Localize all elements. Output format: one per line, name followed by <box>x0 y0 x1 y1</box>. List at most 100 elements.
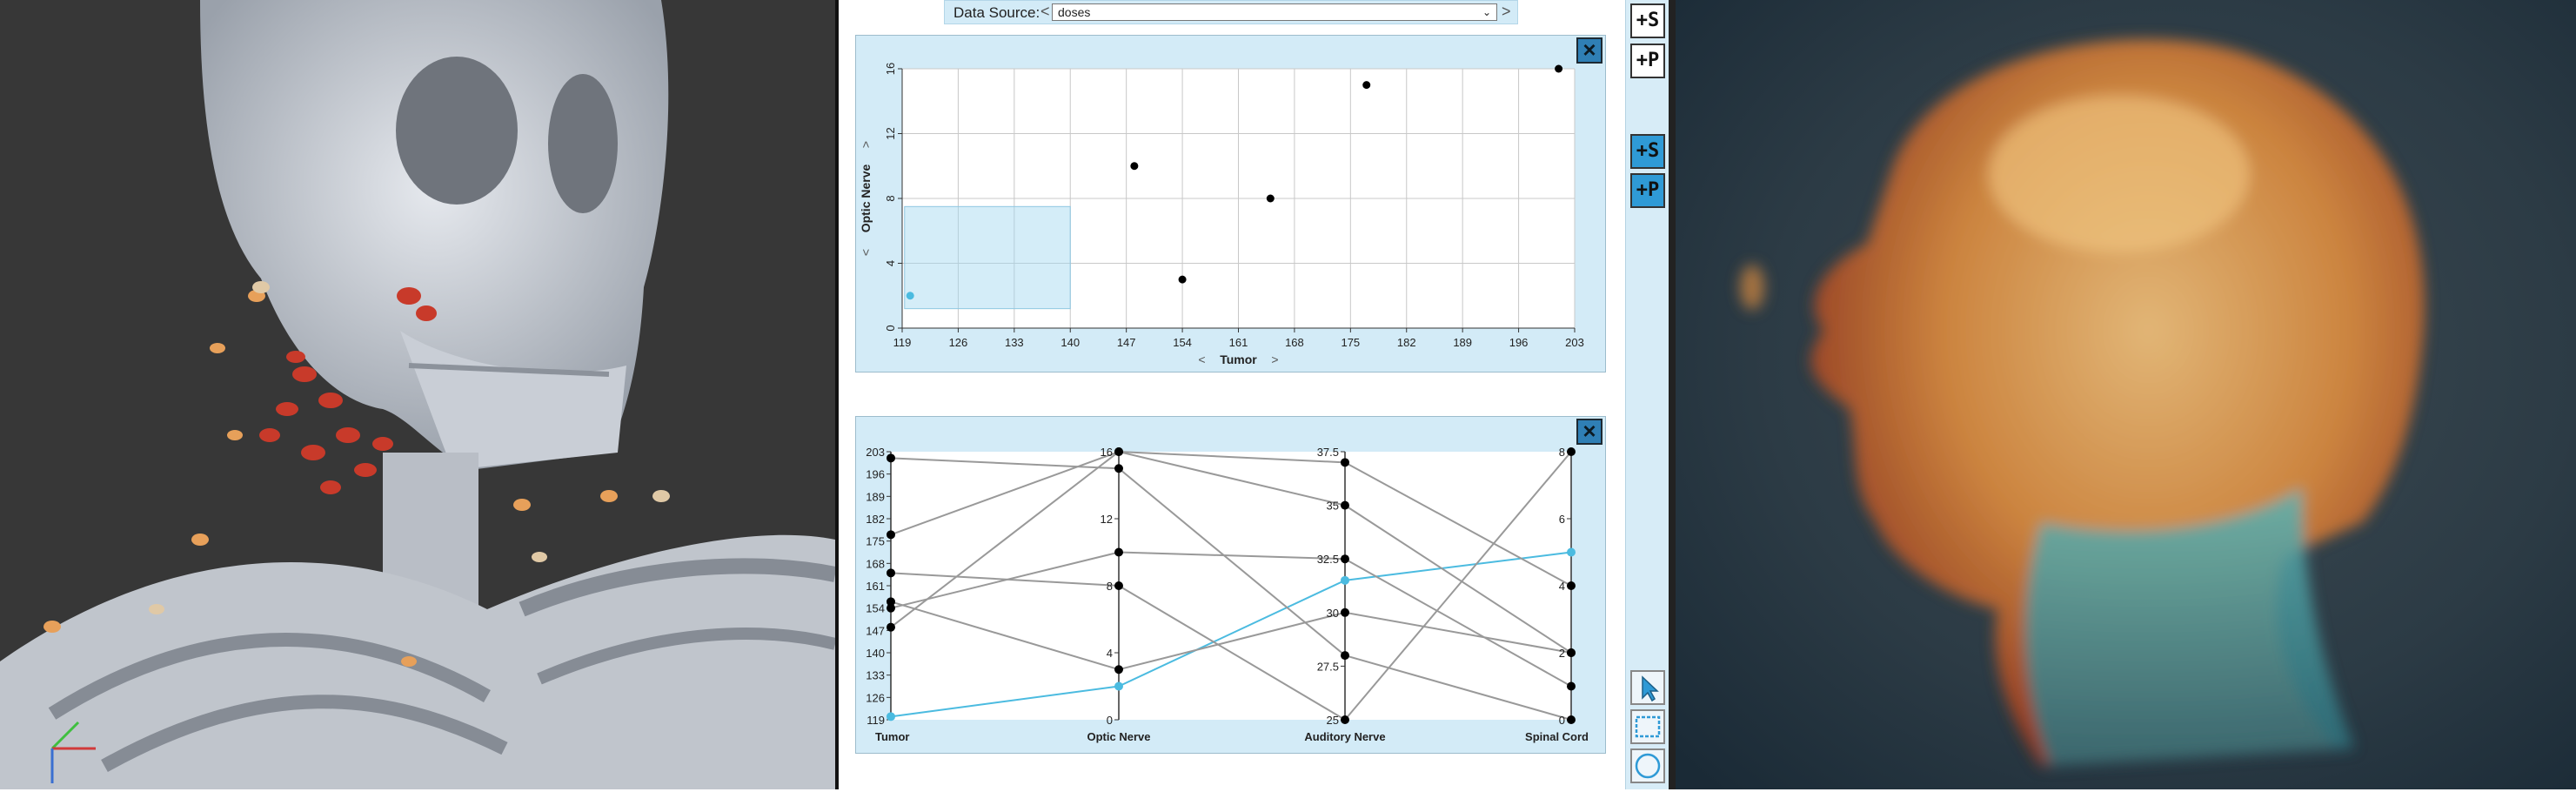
x-tick-label: 154 <box>1173 336 1192 349</box>
add-scatter-active-button[interactable]: +S <box>1630 134 1665 169</box>
head-volume-render <box>1676 0 2576 789</box>
data-source-next-arrow[interactable]: > <box>1502 3 1511 21</box>
skeleton-3d-viewport[interactable] <box>0 0 835 789</box>
pc-point <box>1114 464 1123 473</box>
scatter-point-selected <box>906 292 914 300</box>
tool-sidebar: +S +P +S +P <box>1625 0 1669 789</box>
brush-selection <box>904 205 1071 310</box>
y-axis-prev-arrow: < <box>859 249 873 256</box>
pc-tick-label: 119 <box>866 714 885 727</box>
parallel-coordinates-plot[interactable]: 119126133140147154161168175182189196203T… <box>856 417 1605 753</box>
pc-tick-label: 27.5 <box>1317 660 1339 673</box>
pc-axis-label: Optic Nerve <box>1087 730 1151 743</box>
x-tick-label: 133 <box>1005 336 1024 349</box>
viewport-divider <box>835 0 839 789</box>
rect-select-tool-icon <box>1635 715 1661 738</box>
scatter-point <box>1178 275 1187 284</box>
scatter-point <box>1555 64 1563 73</box>
pc-tick-label: 8 <box>1559 446 1565 459</box>
add-scatter-button[interactable]: +S <box>1630 3 1665 38</box>
pc-point <box>1114 447 1123 456</box>
pc-point-selected <box>1114 681 1123 691</box>
pc-tick-label: 189 <box>866 490 885 503</box>
pc-tick-label: 6 <box>1559 513 1565 526</box>
pc-point <box>1567 681 1576 691</box>
pc-tick-label: 161 <box>866 580 885 593</box>
x-tick-label: 168 <box>1285 336 1304 349</box>
viewport-divider-right <box>1669 0 1676 789</box>
pc-point <box>1114 665 1123 675</box>
pc-tick-label: 35 <box>1327 500 1339 513</box>
add-scatter-label: +S <box>1636 10 1660 31</box>
pc-axis-label: Auditory Nerve <box>1304 730 1385 743</box>
pc-point <box>1341 607 1349 617</box>
pc-tick-label: 147 <box>866 624 885 637</box>
pc-point <box>887 453 895 463</box>
pc-tick-label: 203 <box>866 446 885 459</box>
pc-point <box>1114 581 1123 590</box>
pc-tick-label: 133 <box>866 669 885 682</box>
x-tick-label: 203 <box>1565 336 1584 349</box>
scatter-point <box>1266 194 1275 203</box>
pc-tick-label: 2 <box>1559 647 1565 660</box>
x-tick-label: 161 <box>1229 336 1248 349</box>
pc-point <box>1341 715 1349 724</box>
pc-point <box>887 597 895 607</box>
pointer-tool-icon <box>1642 675 1659 702</box>
pc-tick-label: 37.5 <box>1317 446 1339 459</box>
x-tick-label: 175 <box>1341 336 1360 349</box>
pc-tick-label: 175 <box>866 535 885 548</box>
circle-select-tool-button[interactable] <box>1630 748 1665 783</box>
x-axis-prev-arrow: < <box>1198 352 1205 366</box>
circle-select-tool-icon <box>1635 753 1661 779</box>
pc-point <box>1567 581 1576 590</box>
pc-tick-label: 0 <box>1559 714 1565 727</box>
x-axis-label: Tumor <box>1220 352 1257 366</box>
pc-tick-label: 154 <box>866 602 885 615</box>
data-source-prev-arrow[interactable]: < <box>1040 3 1050 21</box>
add-parallel-active-button[interactable]: +P <box>1630 173 1665 208</box>
pc-point <box>1567 648 1576 657</box>
pc-point <box>1341 500 1349 510</box>
scatter-point <box>1130 162 1139 171</box>
add-parallel-active-label: +P <box>1636 179 1660 201</box>
x-tick-label: 140 <box>1061 336 1080 349</box>
scatter-plot[interactable]: 119 126 133 140 147 154 161 168 175 182 189 196 2030… <box>856 36 1605 372</box>
pc-point <box>1341 458 1349 467</box>
pc-tick-label: 25 <box>1327 714 1339 727</box>
data-source-select[interactable]: doses ⌄ <box>1052 3 1497 21</box>
pc-tick-label: 4 <box>1559 580 1565 593</box>
y-axis-label: Optic Nerve <box>859 164 873 232</box>
pc-tick-label: 12 <box>1101 513 1113 526</box>
pc-point <box>1567 715 1576 724</box>
pc-point <box>1341 554 1349 564</box>
scatter-plot-panel: × 119 126 133 140 147 154 161 168 175 182 189 196 20… <box>855 35 1606 373</box>
pc-point <box>887 568 895 578</box>
pc-point <box>1114 547 1123 557</box>
data-source-value: doses <box>1058 5 1091 19</box>
y-tick-label: 12 <box>884 127 897 139</box>
y-axis-next-arrow: > <box>859 141 873 148</box>
head-volume-viewport[interactable] <box>1676 0 2576 789</box>
x-tick-label: 182 <box>1397 336 1416 349</box>
pc-tick-label: 4 <box>1107 647 1113 660</box>
x-tick-label: 126 <box>949 336 968 349</box>
add-parallel-button[interactable]: +P <box>1630 44 1665 78</box>
pc-tick-label: 8 <box>1107 580 1113 593</box>
pc-point <box>887 530 895 540</box>
rect-select-tool-button[interactable] <box>1630 709 1665 744</box>
y-tick-label: 16 <box>884 63 897 75</box>
x-tick-label: 189 <box>1453 336 1472 349</box>
data-source-label: Data Source: <box>953 4 1040 21</box>
pointer-tool-button[interactable] <box>1630 670 1665 705</box>
data-source-bar: Data Source: < doses ⌄ > <box>944 0 1518 24</box>
pc-point <box>1567 447 1576 456</box>
y-tick-label: 4 <box>884 260 897 266</box>
x-axis-next-arrow: > <box>1271 352 1278 366</box>
pc-tick-label: 0 <box>1107 714 1113 727</box>
pc-point-selected <box>887 712 895 722</box>
pc-tick-label: 16 <box>1101 446 1113 459</box>
pc-point-selected <box>1567 547 1576 557</box>
scatter-point <box>1362 81 1371 90</box>
pc-tick-label: 182 <box>866 513 885 526</box>
